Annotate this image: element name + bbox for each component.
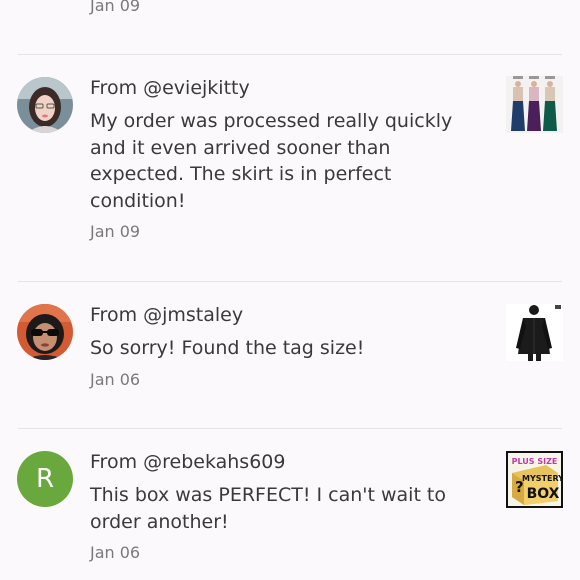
review-author[interactable]: From @rebekahs609 <box>90 451 285 473</box>
user-avatar[interactable] <box>17 77 73 133</box>
mystery-box-thumbnail[interactable]: PLUS SIZE ? MYSTERY BOX <box>506 451 563 508</box>
listing-image: PLUS SIZE ? MYSTERY BOX <box>506 451 563 508</box>
avatar-letter: R <box>35 464 55 494</box>
review-message: So sorry! Found the tag size! <box>90 337 365 359</box>
user-avatar[interactable] <box>17 304 73 360</box>
thumbnail-middle-text: MYSTERY <box>522 474 563 483</box>
review-message: This box was PERFECT! I can't wait to or… <box>90 484 447 533</box>
review-message: My order was processed really quickly an… <box>90 110 453 212</box>
user-avatar[interactable]: R <box>17 451 73 507</box>
skirts-listing-thumbnail[interactable] <box>506 76 563 133</box>
review-date: Jan 06 <box>90 543 141 562</box>
review-author[interactable]: From @jmstaley <box>90 304 243 326</box>
divider <box>18 281 562 282</box>
review-author[interactable]: From @eviejkitty <box>90 77 250 99</box>
listing-image <box>506 304 563 361</box>
reviews-feed: Jan 09 From @eviejkitty My order was pro… <box>0 0 580 580</box>
review-date: Jan 09 <box>90 222 141 241</box>
thumbnail-bottom-text: BOX <box>527 486 560 502</box>
divider <box>18 54 562 55</box>
review-date: Jan 06 <box>90 370 141 389</box>
review-date: Jan 09 <box>90 0 141 15</box>
jacket-listing-thumbnail[interactable] <box>506 304 563 361</box>
user-photo-icon <box>17 304 73 360</box>
listing-image <box>506 76 563 133</box>
divider <box>18 428 562 429</box>
thumbnail-top-text: PLUS SIZE <box>512 457 558 466</box>
user-photo-icon <box>17 77 73 133</box>
